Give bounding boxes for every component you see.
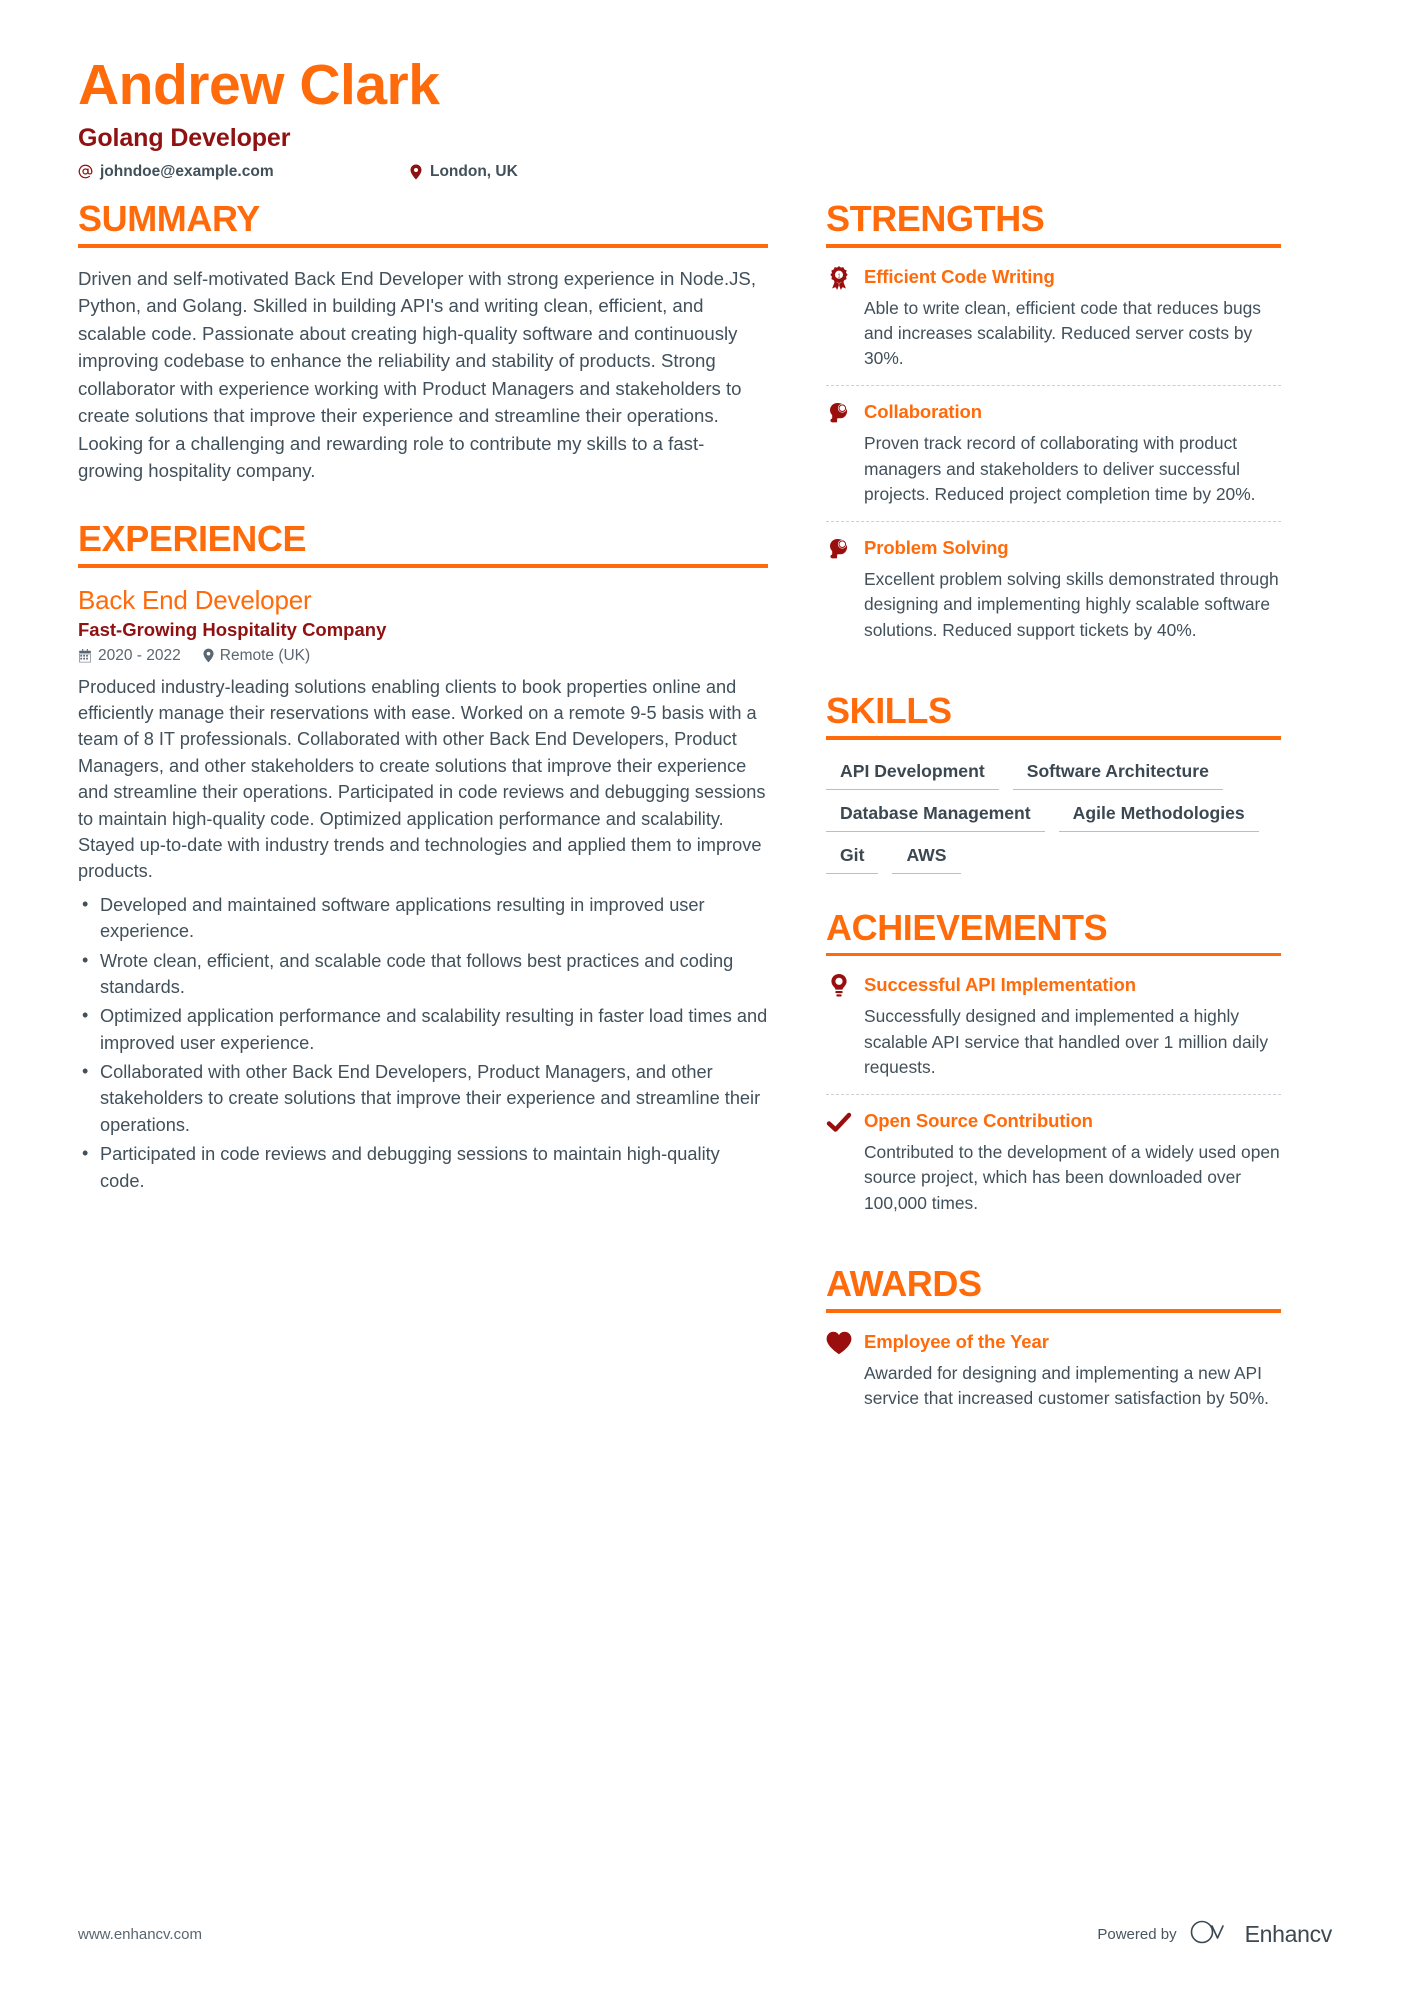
- section-summary: SUMMARY Driven and self-motivated Back E…: [78, 197, 768, 485]
- skill-chip: API Development: [826, 757, 999, 790]
- contact-location: London, UK: [408, 163, 518, 181]
- strength-item: Collaboration Proven track record of col…: [826, 385, 1281, 521]
- resume-page: Andrew Clark Golang Developer johndoe@ex…: [0, 0, 1410, 1995]
- experience-company: Fast-Growing Hospitality Company: [78, 618, 387, 640]
- achievement-item: Successful API Implementation Successful…: [826, 973, 1281, 1094]
- enhancv-logo-icon: [1190, 1919, 1232, 1949]
- list-item: Collaborated with other Back End Develop…: [78, 1058, 768, 1138]
- skills-list: API Development Software Architecture Da…: [826, 757, 1281, 874]
- section-heading-achievements: ACHIEVEMENTS: [826, 906, 1108, 948]
- experience-entry: Back End Developer Fast-Growing Hospital…: [78, 585, 768, 1194]
- section-heading-summary: SUMMARY: [78, 197, 260, 239]
- experience-bullets: Developed and maintained software applic…: [78, 891, 768, 1194]
- section-divider: [78, 564, 768, 568]
- award-header: Employee of the Year: [826, 1330, 1281, 1356]
- strength-header: 1 Efficient Code Writing: [826, 265, 1281, 291]
- achievement-text: Contributed to the development of a wide…: [864, 1142, 1280, 1213]
- skill-chip: AWS: [892, 841, 961, 874]
- award-title: Employee of the Year: [864, 1330, 1049, 1352]
- resume-columns: SUMMARY Driven and self-motivated Back E…: [78, 197, 1332, 1459]
- achievement-header: Open Source Contribution: [826, 1109, 1281, 1135]
- experience-location: Remote (UK): [203, 647, 310, 665]
- map-pin-icon: [408, 164, 423, 180]
- experience-role: Back End Developer: [78, 584, 312, 615]
- skill-chip: Software Architecture: [1012, 757, 1223, 790]
- experience-description: Produced industry-leading solutions enab…: [78, 676, 766, 882]
- strength-text: Able to write clean, efficient code that…: [864, 297, 1262, 369]
- section-strengths: STRENGTHS 1 Efficient Code Writing Able …: [826, 197, 1281, 657]
- list-item: Developed and maintained software applic…: [78, 891, 768, 945]
- section-awards: AWARDS Employee of the Year Awarded for …: [826, 1262, 1281, 1425]
- lightbulb-icon: [826, 973, 852, 999]
- strength-text: Excellent problem solving skills demonst…: [864, 569, 1279, 640]
- map-pin-icon: [203, 648, 214, 663]
- section-divider: [826, 244, 1281, 248]
- left-column: SUMMARY Driven and self-motivated Back E…: [78, 197, 768, 1228]
- contact-location-text: London, UK: [430, 162, 518, 180]
- right-column: STRENGTHS 1 Efficient Code Writing Able …: [826, 197, 1281, 1459]
- experience-location-text: Remote (UK): [219, 646, 311, 664]
- section-divider: [826, 1309, 1281, 1313]
- head-brain-icon: [826, 536, 852, 562]
- strength-title: Efficient Code Writing: [864, 265, 1055, 287]
- footer-powered-by: Powered by: [1097, 1925, 1177, 1943]
- contact-row: johndoe@example.com London, UK: [78, 163, 1332, 181]
- section-heading-strengths: STRENGTHS: [826, 197, 1045, 239]
- achievement-title: Successful API Implementation: [864, 974, 1136, 996]
- at-sign-icon: [78, 164, 93, 179]
- achievement-title: Open Source Contribution: [864, 1110, 1093, 1132]
- strength-item: 1 Efficient Code Writing Able to write c…: [826, 265, 1281, 386]
- heart-icon: [826, 1330, 852, 1356]
- award-item: Employee of the Year Awarded for designi…: [826, 1330, 1281, 1425]
- section-divider: [826, 952, 1281, 957]
- section-experience: EXPERIENCE Back End Developer Fast-Growi…: [78, 517, 768, 1194]
- strength-header: Collaboration: [826, 400, 1281, 426]
- skill-chip: Agile Methodologies: [1058, 799, 1259, 832]
- section-divider: [826, 736, 1281, 740]
- head-brain-icon: [826, 400, 852, 426]
- list-item: Participated in code reviews and debuggi…: [78, 1140, 768, 1194]
- resume-header: Andrew Clark Golang Developer johndoe@ex…: [78, 53, 1332, 181]
- strength-item: Problem Solving Excellent problem solvin…: [826, 521, 1281, 657]
- strength-text: Proven track record of collaborating wit…: [864, 433, 1256, 504]
- section-heading-skills: SKILLS: [826, 689, 952, 731]
- footer-brand: Powered by Enhancv: [1097, 1919, 1332, 1949]
- section-skills: SKILLS API Development Software Architec…: [826, 689, 1281, 874]
- summary-text: Driven and self-motivated Back End Devel…: [78, 267, 756, 482]
- skill-chip: Database Management: [826, 799, 1045, 832]
- skill-chip: Git: [826, 841, 879, 874]
- achievement-text: Successfully designed and implemented a …: [864, 1006, 1269, 1077]
- achievement-item: Open Source Contribution Contributed to …: [826, 1094, 1281, 1230]
- calendar-icon: [78, 648, 92, 663]
- award-medal-icon: 1: [826, 265, 852, 291]
- page-title: Andrew Clark: [78, 53, 440, 117]
- list-item: Optimized application performance and sc…: [78, 1002, 768, 1056]
- experience-dates-text: 2020 - 2022: [98, 646, 181, 664]
- contact-email[interactable]: johndoe@example.com: [78, 163, 408, 181]
- section-heading-awards: AWARDS: [826, 1262, 982, 1304]
- footer-website[interactable]: www.enhancv.com: [78, 1926, 202, 1943]
- achievement-header: Successful API Implementation: [826, 973, 1281, 999]
- svg-text:1: 1: [837, 273, 840, 279]
- section-heading-experience: EXPERIENCE: [78, 517, 307, 559]
- section-divider: [78, 244, 768, 248]
- list-item: Wrote clean, efficient, and scalable cod…: [78, 947, 768, 1001]
- section-achievements: ACHIEVEMENTS Successful API Implementati…: [826, 906, 1281, 1230]
- strength-title: Problem Solving: [864, 537, 1009, 559]
- page-footer: www.enhancv.com Powered by Enhancv: [78, 1919, 1332, 1949]
- experience-dates: 2020 - 2022: [78, 647, 181, 665]
- award-text: Awarded for designing and implementing a…: [864, 1362, 1270, 1408]
- strength-header: Problem Solving: [826, 536, 1281, 562]
- contact-email-text: johndoe@example.com: [100, 162, 274, 180]
- footer-brand-name: Enhancv: [1244, 1920, 1333, 1947]
- job-title: Golang Developer: [78, 123, 291, 152]
- strength-title: Collaboration: [864, 401, 982, 423]
- experience-meta: 2020 - 2022 Remote (UK): [78, 647, 768, 665]
- checkmark-icon: [826, 1109, 852, 1135]
